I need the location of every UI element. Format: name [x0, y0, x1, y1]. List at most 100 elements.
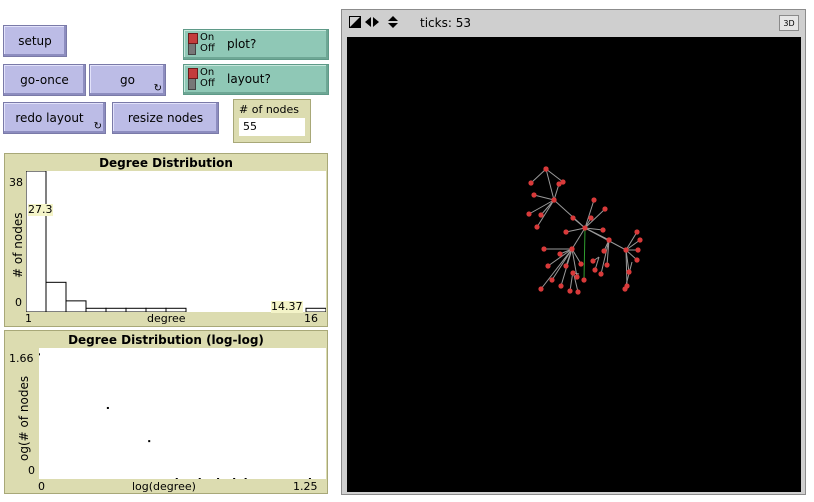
y-min-label: 0 [15, 296, 22, 309]
network-link [533, 194, 555, 201]
network-node [538, 212, 544, 218]
y-axis-label: og(# of nodes [17, 375, 31, 461]
fullscreen-icon [349, 16, 361, 28]
network-node [626, 269, 632, 275]
switch-track [188, 68, 198, 90]
resize-nodes-button[interactable]: resize nodes [112, 102, 219, 134]
network-node [570, 215, 576, 221]
network-node [575, 289, 581, 295]
forever-icon: ↻ [153, 83, 162, 94]
scatter-point [217, 478, 220, 479]
y-max-label: 38 [9, 176, 23, 189]
network-node [569, 246, 575, 252]
network-node [601, 248, 607, 254]
network-node [578, 261, 584, 267]
network-node [581, 277, 587, 283]
setup-button[interactable]: setup [3, 25, 67, 57]
network-node [590, 258, 596, 264]
network-node [634, 229, 640, 235]
network-node [526, 211, 532, 217]
y-max-label: 1.66 [9, 352, 34, 365]
switch-off-label: Off [200, 78, 215, 89]
network-node [551, 197, 557, 203]
view-control-icons[interactable] [349, 16, 405, 30]
plot-area [26, 171, 326, 312]
network-node [558, 283, 564, 289]
scatter-point [175, 478, 178, 479]
histogram-bar [65, 300, 87, 312]
plot-background [26, 171, 326, 312]
degree-distribution-plot: Degree Distribution 38 0 1 16 degree 27.… [4, 153, 328, 327]
switch-on-label: On [200, 67, 215, 78]
scatter-point [308, 478, 311, 479]
view-toolbar: ticks: 53 3D [342, 10, 805, 36]
plot-title: Degree Distribution [99, 156, 233, 170]
network-node [591, 197, 597, 203]
network-link [540, 248, 573, 290]
redo-layout-button[interactable]: redo layout ↻ [3, 102, 106, 134]
scatter-point [233, 478, 236, 479]
x-axis-label: degree [147, 312, 186, 325]
network-node [574, 274, 580, 280]
x-max-label: 1.25 [293, 480, 318, 493]
forever-icon: ↻ [93, 121, 102, 132]
network-link [530, 168, 547, 184]
scatter-point [106, 406, 109, 409]
monitor-value: 55 [239, 118, 305, 136]
vertical-arrows-icon [388, 16, 398, 28]
resize-nodes-button-label: resize nodes [127, 111, 204, 125]
3d-view-button[interactable]: 3D [779, 15, 799, 31]
scatter-point [148, 440, 151, 443]
plot-switch[interactable]: On Off plot? [183, 29, 329, 60]
network-node [604, 262, 610, 268]
plot-area [39, 348, 326, 479]
scatter-point [198, 478, 201, 479]
go-button[interactable]: go ↻ [89, 64, 166, 96]
network-node [549, 277, 555, 283]
network-node [538, 286, 544, 292]
network-link [625, 231, 638, 251]
go-once-button-label: go-once [20, 73, 69, 87]
network-node [567, 288, 573, 294]
x-min-label: 0 [38, 480, 45, 493]
network-node [541, 246, 547, 252]
network-node [534, 224, 540, 230]
network-node [582, 225, 588, 231]
switch-track [188, 33, 198, 55]
histogram-bar [105, 307, 127, 312]
network-node [531, 192, 537, 198]
network-node [563, 229, 569, 235]
layout-switch[interactable]: On Off layout? [183, 64, 329, 95]
network-node [622, 286, 628, 292]
cursor-x-label: 14.37 [271, 300, 303, 313]
network-node [602, 206, 608, 212]
world-canvas[interactable] [347, 37, 801, 492]
network-graph [526, 166, 643, 295]
go-once-button[interactable]: go-once [3, 64, 86, 96]
x-min-label: 1 [25, 312, 32, 325]
scatter-point [244, 478, 247, 479]
network-node [635, 247, 641, 253]
layout-switch-label: layout? [227, 72, 271, 86]
network-node [570, 270, 576, 276]
network-node [588, 215, 594, 221]
x-max-label: 16 [304, 312, 318, 325]
switch-off-label: Off [200, 43, 215, 54]
go-button-label: go [120, 73, 135, 87]
cursor-y-label: 27.3 [28, 203, 53, 216]
x-axis-label: log(degree) [132, 480, 196, 493]
world-view: ticks: 53 3D [341, 9, 806, 495]
plot-title: Degree Distribution (log-log) [68, 333, 264, 347]
network-node [592, 267, 598, 273]
network-link [583, 227, 586, 281]
network-node [563, 263, 569, 269]
histogram-bar [26, 171, 47, 312]
histogram-bar [45, 281, 67, 312]
network-node [623, 247, 629, 253]
horizontal-arrows-icon [365, 17, 379, 27]
switch-on-label: On [200, 32, 215, 43]
switch-knob [188, 33, 198, 44]
histogram-bar [85, 307, 107, 312]
histogram-bar [125, 307, 147, 312]
network-node [637, 237, 643, 243]
